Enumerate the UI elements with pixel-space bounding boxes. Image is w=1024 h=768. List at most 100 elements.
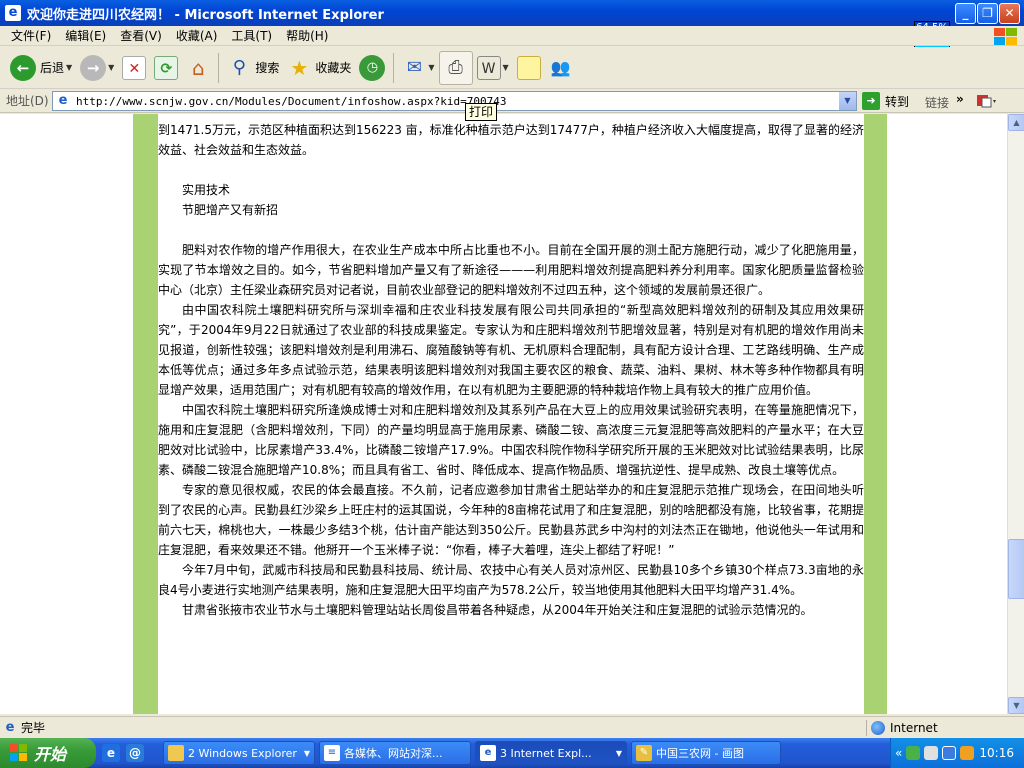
search-button[interactable]: ⚲ 搜索 — [223, 51, 283, 85]
go-arrow-icon: ➜ — [862, 92, 880, 110]
task-internet-explorer[interactable]: e 3 Internet Expl... ▼ — [475, 741, 627, 765]
address-bar: 地址(D) e http://www.scnjw.gov.cn/Modules/… — [0, 89, 1024, 113]
address-url[interactable]: http://www.scnjw.gov.cn/Modules/Document… — [76, 95, 506, 108]
translate-icon[interactable] — [976, 92, 996, 110]
back-button[interactable]: ← 后退 ▼ — [6, 51, 76, 85]
address-dropdown-icon[interactable]: ▼ — [839, 92, 856, 110]
printer-icon: ⎙ — [448, 56, 463, 78]
quicklaunch-browser-icon[interactable]: @ — [126, 744, 144, 762]
article-paragraph: 肥料对农作物的增产作用很大，在农业生产成本中所占比重也不小。目前在全国开展的测土… — [158, 243, 864, 297]
status-text: 完毕 — [21, 721, 46, 735]
document-icon: ≡ — [324, 745, 340, 761]
links-chevron-icon[interactable]: » — [956, 92, 964, 106]
star-icon: ★ — [290, 55, 309, 80]
stop-button[interactable]: ✕ — [118, 51, 150, 85]
chevron-down-icon: ▼ — [303, 748, 310, 758]
article-paragraph: 到1471.5万元，示范区种植面积达到156223 亩，标准化种植示范户达到17… — [158, 123, 864, 157]
search-icon: ⚲ — [232, 56, 246, 78]
mail-icon: ✉ — [406, 56, 422, 78]
menu-view[interactable]: 查看(V) — [113, 27, 169, 44]
menu-edit[interactable]: 编辑(E) — [58, 27, 113, 44]
toolbar-separator — [218, 52, 220, 83]
taskbar: 开始 e @ 2 Windows Explorer ▼ ≡ 各媒体、网站对深..… — [0, 738, 1024, 768]
menu-tools[interactable]: 工具(T) — [224, 27, 279, 44]
history-icon: ◷ — [359, 54, 386, 81]
page-icon: e — [58, 93, 68, 108]
refresh-button[interactable]: ⟳ — [150, 51, 182, 85]
globe-icon — [871, 721, 885, 735]
restore-button[interactable]: ❐ — [977, 3, 998, 24]
mail-button[interactable]: ✉ ▼ — [398, 51, 438, 85]
toolbar-separator — [393, 52, 395, 83]
favorites-button[interactable]: ★ 收藏夹 — [283, 51, 355, 85]
tray-app-icon[interactable] — [942, 746, 957, 760]
edit-document-icon: W — [476, 55, 501, 80]
task-windows-explorer[interactable]: 2 Windows Explorer ▼ — [163, 741, 315, 765]
stop-icon: ✕ — [122, 55, 147, 80]
task-media-window[interactable]: ≡ 各媒体、网站对深... — [319, 741, 471, 765]
windows-flag-icon — [10, 744, 28, 762]
scroll-thumb[interactable] — [1008, 539, 1024, 599]
windows-logo-icon — [992, 27, 1018, 45]
menu-bar: 文件(F) 编辑(E) 查看(V) 收藏(A) 工具(T) 帮助(H) — [0, 26, 1024, 46]
article-paragraph: 由中国农科院土壤肥料研究所与深圳幸福和庄农业科技发展有限公司共同承担的“新型高效… — [158, 303, 864, 397]
close-button[interactable]: ✕ — [999, 3, 1020, 24]
scroll-up-icon[interactable]: ▲ — [1008, 114, 1024, 131]
task-paint[interactable]: ✎ 中国三农网 - 画图 — [631, 741, 781, 765]
scroll-down-icon[interactable]: ▼ — [1008, 697, 1024, 714]
article-headline: 节肥增产又有新招 — [182, 203, 279, 217]
print-button[interactable]: ⎙ — [438, 50, 473, 85]
address-input[interactable]: e http://www.scnjw.gov.cn/Modules/Docume… — [52, 91, 857, 111]
chevron-down-icon[interactable]: ▼ — [66, 63, 72, 72]
go-button[interactable]: ➜ 转到 — [862, 92, 909, 110]
start-button[interactable]: 开始 — [0, 738, 96, 768]
edit-button[interactable]: W ▼ — [473, 51, 513, 85]
ie-icon: e — [5, 5, 21, 21]
window-title: 欢迎你走进四川农经网！ - Microsoft Internet Explore… — [27, 7, 384, 23]
page-icon: e — [5, 719, 15, 735]
article-paragraph: 今年7月中旬，武威市科技局和民勤县科技局、统计局、农技中心有关人员对凉州区、民勤… — [158, 563, 864, 597]
forward-arrow-icon: → — [80, 54, 107, 81]
home-icon: ⌂ — [191, 55, 205, 80]
section-label: 实用技术 — [182, 183, 231, 197]
page-border-right — [864, 114, 887, 714]
toolbar: ← 后退 ▼ → ▼ ✕ ⟳ ⌂ ⚲ 搜索 ★ 收藏夹 ◷ ✉ ▼ ⎙ W ▼ … — [0, 47, 1024, 89]
home-button[interactable]: ⌂ — [182, 51, 214, 85]
tray-volume-icon[interactable] — [924, 746, 939, 760]
links-label[interactable]: 链接 — [925, 94, 949, 111]
menu-help[interactable]: 帮助(H) — [279, 27, 335, 44]
tray-security-icon[interactable] — [960, 746, 975, 760]
paint-icon: ✎ — [636, 745, 652, 761]
article-paragraph: 中国农科院土壤肥料研究所逢焕成博士对和庄肥料增效剂及其系列产品在大豆上的应用效果… — [158, 403, 864, 477]
print-tooltip: 打印 — [465, 103, 498, 121]
note-icon — [516, 55, 541, 80]
history-button[interactable]: ◷ — [355, 51, 389, 85]
security-zone: Internet — [866, 720, 938, 736]
chevron-down-icon: ▼ — [615, 748, 622, 758]
chevron-down-icon[interactable]: ▼ — [108, 63, 114, 72]
page-viewport[interactable]: 到1471.5万元，示范区种植面积达到156223 亩，标准化种植示范户达到17… — [0, 114, 1007, 714]
title-bar[interactable]: e 欢迎你走进四川农经网！ - Microsoft Internet Explo… — [0, 0, 1024, 26]
chevron-down-icon[interactable]: ▼ — [428, 63, 434, 72]
discuss-button[interactable] — [513, 51, 545, 85]
tray-network-icon[interactable] — [906, 746, 921, 760]
messenger-button[interactable]: 👥 — [545, 51, 577, 85]
tray-chevron-icon[interactable]: « — [895, 746, 902, 760]
forward-button[interactable]: → ▼ — [76, 51, 118, 85]
article-paragraph: 专家的意见很权威，农民的体会最直接。不久前，记者应邀参加甘肃省土肥站举办的和庄复… — [158, 483, 864, 557]
chevron-down-icon[interactable]: ▼ — [503, 63, 509, 72]
status-bar: e 完毕 Internet — [0, 716, 1024, 738]
page-border-left — [133, 114, 158, 714]
menu-file[interactable]: 文件(F) — [4, 27, 58, 44]
article-paragraph: 甘肃省张掖市农业节水与土壤肥料管理站站长周俊昌带着各种疑虑，从2004年开始关注… — [182, 603, 813, 617]
address-label: 地址(D) — [6, 94, 49, 108]
vertical-scrollbar[interactable]: ▲ ▼ — [1007, 114, 1024, 714]
article-content: 到1471.5万元，示范区种植面积达到156223 亩，标准化种植示范户达到17… — [158, 120, 864, 620]
ie-icon: e — [480, 745, 496, 761]
folder-icon — [168, 745, 184, 761]
clock[interactable]: 10:16 — [979, 746, 1014, 760]
minimize-button[interactable]: _ — [955, 3, 976, 24]
back-arrow-icon: ← — [10, 54, 36, 81]
menu-favorites[interactable]: 收藏(A) — [169, 27, 225, 44]
quicklaunch-ie-icon[interactable]: e — [102, 744, 120, 762]
